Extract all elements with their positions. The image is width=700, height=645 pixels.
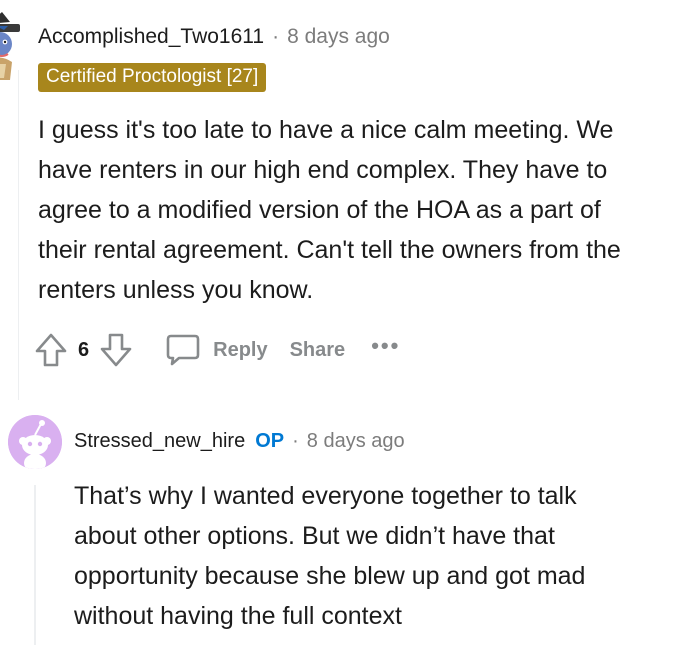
reply-button[interactable]: Reply <box>165 333 268 367</box>
downvote-arrow-icon <box>100 333 132 367</box>
username-link[interactable]: Stressed_new_hire <box>74 430 245 453</box>
comment-text-line: without having the full context <box>74 602 402 630</box>
comment-text-line: renters unless you know. <box>38 276 314 304</box>
snoo-avatar-icon <box>8 415 62 469</box>
thread-line[interactable] <box>34 485 36 645</box>
comment-text-line: about other options. But we didn’t have … <box>74 522 555 550</box>
comment-body: I guess it's too late to have a nice cal… <box>38 110 700 310</box>
comment-text-line: their rental agreement. Can't tell the o… <box>38 236 621 264</box>
cartoon-avatar-icon <box>0 12 20 80</box>
user-flair: Certified Proctologist [27] <box>38 63 267 92</box>
comment-text-line: That’s why I wanted everyone together to… <box>74 482 577 510</box>
op-badge: OP <box>255 430 285 452</box>
avatar[interactable] <box>0 12 20 82</box>
comment-action-bar: 6 Reply Share ••• <box>34 330 400 370</box>
comment-header: Accomplished_Two1611 · 8 days ago <box>38 25 390 49</box>
avatar[interactable] <box>8 415 62 469</box>
upvote-button[interactable] <box>34 332 68 368</box>
speech-bubble-icon <box>166 334 200 366</box>
comment: Accomplished_Two1611 · 8 days ago Certif… <box>0 0 700 400</box>
separator-dot: · <box>272 25 280 48</box>
comment-body: That’s why I wanted everyone together to… <box>74 476 694 636</box>
downvote-button[interactable] <box>99 332 133 368</box>
reply-comment: Stressed_new_hire OP · 8 days ago That’s… <box>0 400 700 645</box>
more-options-button[interactable]: ••• <box>371 333 400 359</box>
comment-text-line: I guess it's too late to have a nice cal… <box>38 116 614 144</box>
comment-text-line: opportunity because she blew up and got … <box>74 562 586 590</box>
comment-header: Stressed_new_hire OP · 8 days ago <box>74 430 405 453</box>
comment-text-line: agree to a modified version of the HOA a… <box>38 196 601 224</box>
timestamp[interactable]: 8 days ago <box>307 430 405 453</box>
separator-dot: · <box>292 430 299 452</box>
vote-count: 6 <box>78 338 90 361</box>
upvote-arrow-icon <box>35 333 67 367</box>
username-link[interactable]: Accomplished_Two1611 <box>38 25 264 49</box>
timestamp[interactable]: 8 days ago <box>287 25 390 49</box>
share-button[interactable]: Share <box>290 339 346 362</box>
comment-text-line: have renters in our high end complex. Th… <box>38 156 608 184</box>
reply-label: Reply <box>213 338 268 361</box>
